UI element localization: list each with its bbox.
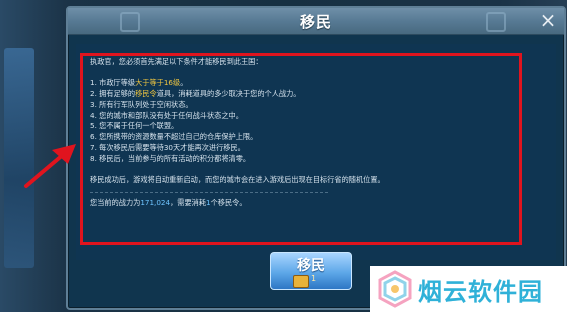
- close-icon[interactable]: ×: [538, 10, 558, 30]
- migration-token-name: 移民令: [135, 89, 157, 99]
- watermark-text: 烟云软件园: [418, 278, 543, 306]
- condition-item: 2. 拥有足够的移民令道具，消耗道具的多少取决于您的个人战力。: [90, 89, 301, 99]
- after-migration-note: 移民成功后，游戏将自动重新启动，而您的城市会在进入游戏后出现在目标行省的随机位置…: [90, 175, 385, 185]
- condition-item: 6. 您所携带的资源数量不超过自己的仓库保护上限。: [90, 132, 258, 142]
- migrate-button[interactable]: 移民 1: [270, 252, 352, 290]
- intro-text: 执政官，您必须首先满足以下条件才能移民到此王国：: [90, 57, 263, 66]
- red-arrow-icon: [24, 144, 76, 188]
- power-cost-text: 您当前的战力为171,024，需要消耗1个移民令。: [90, 197, 247, 207]
- level-requirement-value: 大于等于16级: [135, 78, 181, 88]
- requirements-text: 执政官，您必须首先满足以下条件才能移民到此王国： 1. 市政厅等级大于等于16级…: [90, 57, 510, 209]
- divider: [90, 191, 328, 193]
- power-value: 171,024: [140, 197, 171, 207]
- condition-item: 1. 市政厅等级大于等于16级。: [90, 78, 188, 88]
- migration-token-count: 1: [311, 274, 317, 283]
- site-watermark: 烟云软件园: [370, 266, 567, 312]
- condition-item: 7. 每次移民后需要等待30天才能再次进行移民。: [90, 143, 245, 153]
- watermark-logo-icon: [378, 270, 412, 308]
- condition-item: 8. 移民后，当前参与的所有活动的积分都将清零。: [90, 153, 251, 163]
- dialog-title: 移民: [299, 13, 332, 31]
- migrate-button-label: 移民: [297, 258, 325, 274]
- condition-item: 3. 所有行军队列处于空闲状态。: [90, 99, 193, 109]
- migration-token-icon: [293, 275, 309, 288]
- dialog-title-bar: 移民 ×: [68, 8, 564, 35]
- condition-item: 4. 您的城市和部队没有处于任何战斗状态之中。: [90, 110, 243, 120]
- condition-item: 5. 您不属于任何一个联盟。: [90, 121, 179, 131]
